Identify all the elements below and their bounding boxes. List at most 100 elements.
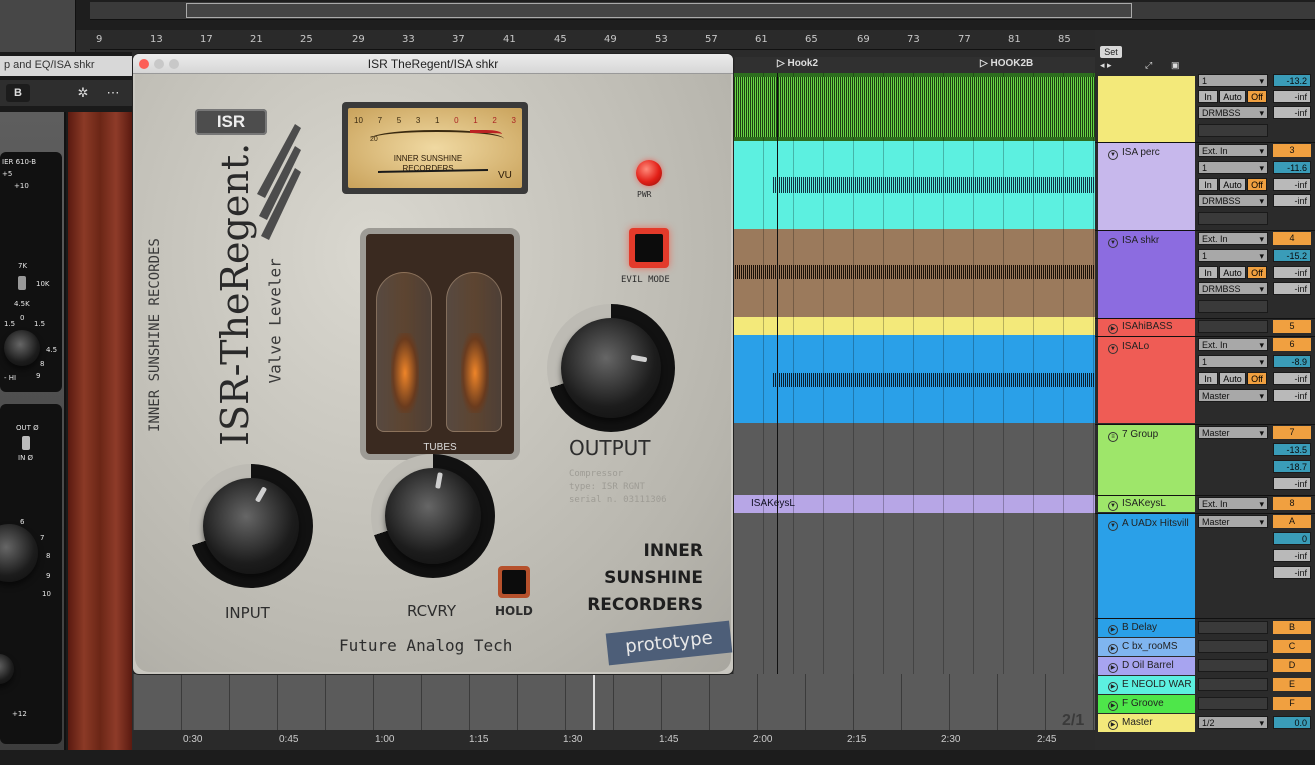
hi-freq-toggle[interactable]	[18, 276, 26, 290]
arrangement-overview[interactable]	[0, 0, 1315, 30]
track-name[interactable]: ▶ F Groove	[1108, 698, 1164, 711]
monitor-in-button[interactable]: In	[1198, 266, 1218, 279]
track-lane-group[interactable]	[733, 423, 1095, 495]
arrangement-lower-area[interactable]	[133, 674, 1095, 730]
send-value[interactable]: -inf	[1273, 566, 1311, 579]
return-letter[interactable]: C	[1273, 640, 1311, 653]
return-header-f[interactable]: ▶ F Groove	[1098, 695, 1195, 713]
output-gain-knob[interactable]	[0, 524, 38, 582]
track-header-isa-perc[interactable]: ▼ ISA perc	[1098, 143, 1195, 231]
track-number[interactable]: 8	[1273, 497, 1311, 510]
master-header[interactable]: ▶ Master	[1098, 714, 1195, 732]
lock-icon[interactable]: ▣	[1171, 60, 1180, 71]
fold-icon[interactable]: ▼	[1108, 501, 1118, 511]
locator-marker[interactable]: ▷ HOOK2B	[980, 58, 1033, 69]
volume-value[interactable]: -13.2	[1273, 74, 1311, 87]
monitor-off-button[interactable]: Off	[1247, 178, 1267, 191]
send-value[interactable]: -inf	[1273, 178, 1311, 191]
track-lane-isakeysl[interactable]: ISAKeysL	[733, 495, 1095, 513]
send-value[interactable]: -inf	[1273, 372, 1311, 385]
track-name[interactable]: ▶ ISAhiBASS	[1108, 321, 1173, 334]
send-value[interactable]: -inf	[1273, 282, 1311, 295]
return-header-e[interactable]: ▶ E NEOLD WAR	[1098, 676, 1195, 694]
return-header-b[interactable]: ▶ B Delay	[1098, 619, 1195, 637]
track-lane[interactable]	[733, 73, 1095, 141]
output-routing-select[interactable]	[1198, 621, 1268, 634]
track-name[interactable]: ▶ D Oil Barrel	[1108, 660, 1174, 673]
volume-value[interactable]: -15.2	[1273, 249, 1311, 262]
track-name[interactable]: ▶ E NEOLD WAR	[1108, 679, 1192, 692]
track-header-isalo[interactable]: ▼ ISALo	[1098, 337, 1195, 423]
time-ruler[interactable]: 0:30 0:45 1:00 1:15 1:30 1:45 2:00 2:15 …	[133, 730, 1095, 750]
send-value[interactable]: -inf	[1273, 549, 1311, 562]
track-number[interactable]: 4	[1273, 232, 1311, 245]
plugin-title-bar[interactable]: ISR TheRegent/ISA shkr	[133, 54, 733, 74]
set-button[interactable]: Set	[1100, 46, 1122, 58]
input-type-select[interactable]: Ext. In	[1198, 144, 1268, 157]
fold-icon[interactable]: ▼	[1108, 344, 1118, 354]
track-lane-isalo[interactable]	[733, 335, 1095, 423]
locator-marker[interactable]: ▷ Hook2	[777, 58, 818, 69]
monitor-auto-button[interactable]: Auto	[1219, 178, 1246, 191]
input-type-select[interactable]: Ext. In	[1198, 338, 1268, 351]
volume-value[interactable]: -8.9	[1273, 355, 1311, 368]
monitor-off-button[interactable]: Off	[1247, 372, 1267, 385]
track-lane-isa-shkr[interactable]	[733, 229, 1095, 317]
fold-icon[interactable]: ▼	[1108, 150, 1118, 160]
monitor-in-button[interactable]: In	[1198, 178, 1218, 191]
output-routing-select[interactable]	[1198, 659, 1268, 672]
return-letter[interactable]: B	[1273, 621, 1311, 634]
track-name[interactable]: ▼ ISAKeysL	[1108, 498, 1166, 511]
fold-icon[interactable]: ▶	[1108, 644, 1118, 654]
send-value[interactable]: -inf	[1273, 389, 1311, 402]
track-name[interactable]: ▼ ISA shkr	[1108, 235, 1159, 248]
input-channel-select[interactable]: 1	[1198, 74, 1268, 87]
track-header-isahibass[interactable]: ▶ ISAhiBASS	[1098, 319, 1195, 336]
trim-knob[interactable]	[0, 654, 14, 684]
input-channel-select[interactable]: 1	[1198, 161, 1268, 174]
track-header-isakeysl[interactable]: ▼ ISAKeysL	[1098, 496, 1195, 512]
fold-icon[interactable]: ▶	[1108, 701, 1118, 711]
track-name[interactable]: ▼ A UADx Hitsvill	[1108, 518, 1189, 531]
input-select[interactable]	[1198, 320, 1268, 333]
volume-value[interactable]: -11.6	[1273, 161, 1311, 174]
fold-icon[interactable]: ▶	[1108, 720, 1118, 730]
ab-compare-button[interactable]: B	[6, 84, 30, 102]
send-value[interactable]: -inf	[1273, 90, 1311, 103]
more-options-icon[interactable]: ⋯	[102, 84, 124, 102]
send-value[interactable]: -18.7	[1273, 460, 1311, 473]
fold-icon[interactable]: ▼	[1108, 521, 1118, 531]
output-channel-select[interactable]	[1198, 300, 1268, 313]
group-icon[interactable]: ≡	[1108, 432, 1118, 442]
input-channel-select[interactable]: 1	[1198, 355, 1268, 368]
input-type-select[interactable]: Ext. In	[1198, 497, 1268, 510]
master-volume-value[interactable]: 0.0	[1273, 716, 1311, 729]
beat-time-ruler[interactable]: 9 13 17 21 25 29 33 37 41 45 49 53 57 61…	[90, 30, 1095, 50]
monitor-auto-button[interactable]: Auto	[1219, 90, 1246, 103]
fold-icon[interactable]: ▶	[1108, 682, 1118, 692]
track-name[interactable]: ▶ B Delay	[1108, 622, 1157, 635]
output-routing-select[interactable]: DRMBSS	[1198, 282, 1268, 295]
output-channel-select[interactable]	[1198, 212, 1268, 225]
hi-gain-knob[interactable]	[4, 330, 40, 366]
monitor-auto-button[interactable]: Auto	[1219, 372, 1246, 385]
send-value[interactable]: -inf	[1273, 266, 1311, 279]
output-routing-select[interactable]: Master	[1198, 389, 1268, 402]
hold-button[interactable]	[498, 566, 530, 598]
return-letter[interactable]: A	[1273, 515, 1311, 528]
return-letter[interactable]: D	[1273, 659, 1311, 672]
input-channel-select[interactable]: 1	[1198, 249, 1268, 262]
monitor-off-button[interactable]: Off	[1247, 90, 1267, 103]
return-header-a[interactable]: ▼ A UADx Hitsvill	[1098, 514, 1195, 618]
nav-arrows-icon[interactable]: ◂ ▸	[1100, 60, 1112, 71]
output-routing-select[interactable]: Master	[1198, 426, 1268, 439]
fold-icon[interactable]: ▶	[1108, 663, 1118, 673]
phase-toggle[interactable]	[22, 436, 30, 450]
track-lane-isa-perc[interactable]	[733, 141, 1095, 229]
send-value[interactable]: -inf	[1273, 194, 1311, 207]
monitor-off-button[interactable]: Off	[1247, 266, 1267, 279]
track-lane-isahibass[interactable]	[733, 317, 1095, 335]
recovery-knob[interactable]	[385, 468, 481, 564]
monitor-in-button[interactable]: In	[1198, 372, 1218, 385]
expand-icon[interactable]: ⤢	[1145, 60, 1152, 71]
